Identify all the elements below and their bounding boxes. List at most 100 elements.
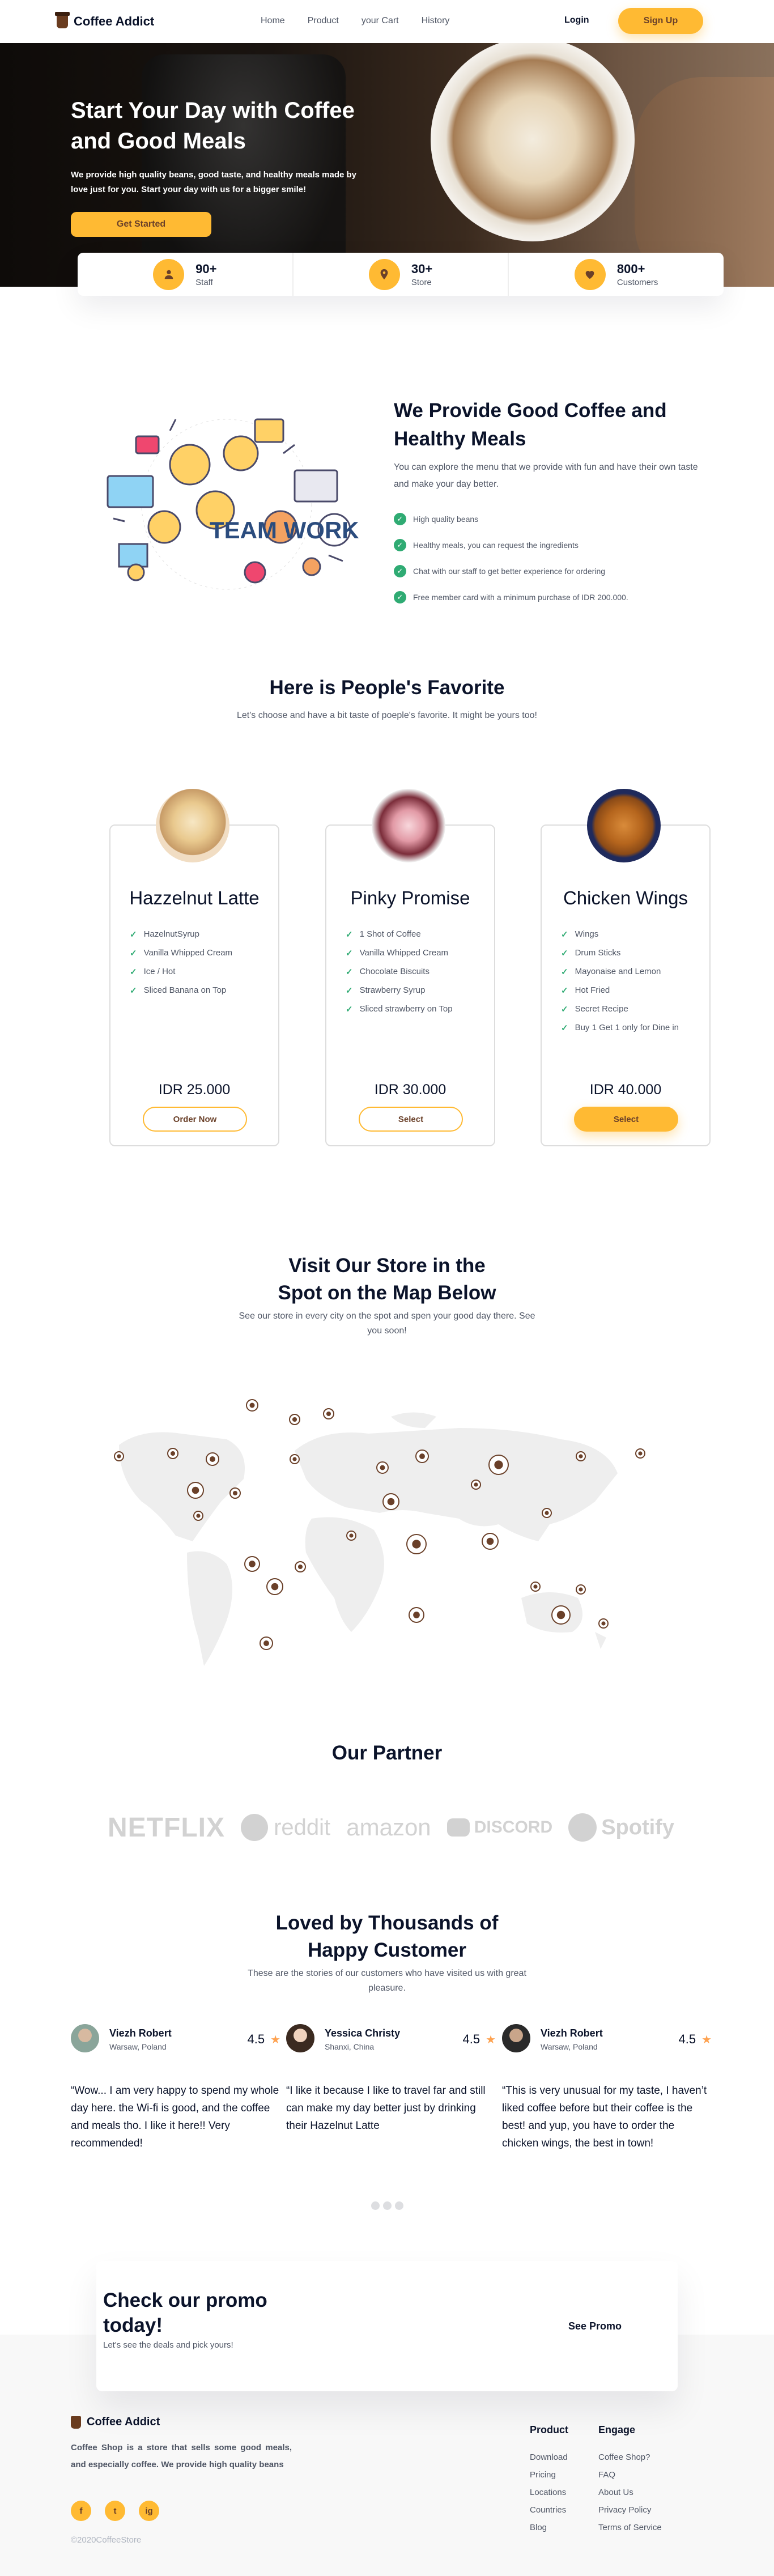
carousel-dot[interactable] <box>383 2201 392 2210</box>
carousel-dot[interactable] <box>395 2201 403 2210</box>
brand-name: Coffee Addict <box>74 14 155 28</box>
list-item: ✓ Ice / Hot <box>130 967 176 977</box>
store-pin-dot <box>249 1402 255 1408</box>
reviewer-name: Viezh Robert <box>109 2027 172 2039</box>
world-map <box>114 1399 645 1666</box>
signup-button[interactable]: Sign Up <box>618 8 703 34</box>
facebook-icon[interactable]: f <box>71 2501 91 2521</box>
nav-link-home[interactable]: Home <box>261 16 285 26</box>
stat-store: 30+ Store <box>294 253 509 296</box>
footer-link-about-us[interactable]: About Us <box>598 2484 662 2501</box>
store-pin-dot <box>387 1498 395 1506</box>
stat-customers: 800+ Customers <box>509 253 724 296</box>
login-link[interactable]: Login <box>564 15 589 25</box>
promo-banner: Check our promo today! Let's see the dea… <box>96 2261 678 2391</box>
list-item: ✓ High quality beans <box>394 506 628 532</box>
check-icon: ✓ <box>561 1023 568 1033</box>
footer-link-download[interactable]: Download <box>530 2449 568 2466</box>
nav-link-product[interactable]: Product <box>308 16 339 26</box>
avatar <box>502 2024 530 2052</box>
product-image <box>587 789 661 862</box>
partner-logo-netflix: NETFLIX <box>108 1812 225 1843</box>
copyright: ©2020CoffeeStore <box>71 2535 142 2545</box>
nav-link-cart[interactable]: your Cart <box>362 16 399 26</box>
store-pin-dot <box>380 1465 385 1470</box>
store-pin-dot <box>638 1451 643 1456</box>
avatar <box>286 2024 314 2052</box>
hero-photo-latte <box>431 43 635 241</box>
store-pin-dot <box>474 1482 478 1487</box>
product-price: IDR 40.000 <box>589 1082 662 1098</box>
check-icon: ✓ <box>561 985 568 996</box>
footer-brand-name: Coffee Addict <box>87 2416 160 2428</box>
check-icon: ✓ <box>561 948 568 958</box>
list-item: ✓ Wings <box>561 929 599 940</box>
footer-link-locations[interactable]: Locations <box>530 2484 568 2501</box>
store-pin-dot <box>419 1453 425 1459</box>
location-pin-icon <box>368 258 400 290</box>
store-pin-dot <box>292 1417 297 1422</box>
footer-logo[interactable]: Coffee Addict <box>71 2416 160 2429</box>
footer-link-terms[interactable]: Terms of Service <box>598 2519 662 2536</box>
list-item: ✓ Buy 1 Get 1 only for Dine in <box>561 1023 679 1033</box>
spotify-icon <box>568 1813 597 1842</box>
store-pin-dot <box>486 1537 494 1545</box>
product-price: IDR 30.000 <box>374 1082 446 1098</box>
product-card-chicken-wings: Chicken Wings ✓ Wings ✓ Drum Sticks ✓ Mayon… <box>541 789 711 1146</box>
footer-link-faq[interactable]: FAQ <box>598 2466 662 2484</box>
see-promo-button[interactable]: See Promo <box>538 2314 652 2339</box>
testimonials-subtitle: These are the stories of our customers w… <box>248 1969 526 1993</box>
check-icon: ✓ <box>130 929 137 940</box>
get-started-button[interactable]: Get Started <box>71 212 211 237</box>
star-icon: ★ <box>270 2033 280 2046</box>
favorites-subtitle: Let's choose and have a bit taste of poe… <box>237 711 537 720</box>
footer-link-coffee-shop[interactable]: Coffee Shop? <box>598 2449 662 2466</box>
favorites-title: Here is People's Favorite <box>269 677 505 699</box>
nav-link-history[interactable]: History <box>422 16 450 26</box>
stats-bar: 90+ Staff 30+ Store 800+ Customers <box>78 253 724 296</box>
check-icon: ✓ <box>346 929 353 940</box>
stat-label: Customers <box>616 277 658 287</box>
stat-staff: 90+ Staff <box>78 253 294 296</box>
list-item: ✓ Healthy meals, you can request the ingr… <box>394 532 628 558</box>
store-pin-dot <box>412 1540 421 1549</box>
reddit-icon <box>241 1814 269 1841</box>
footer-link-pricing[interactable]: Pricing <box>530 2466 568 2484</box>
order-now-button[interactable]: Order Now <box>143 1107 247 1132</box>
footer-column-title: Engage <box>598 2424 636 2435</box>
twitter-icon[interactable]: t <box>105 2501 125 2521</box>
carousel-dot[interactable] <box>371 2201 380 2210</box>
testimonial-card: Viezh Robert Warsaw, Poland 4.5 ★ “This i… <box>502 2023 717 2149</box>
map-title: Visit Our Store in the Spot on the Map B… <box>278 1255 496 1304</box>
select-button[interactable]: Select <box>359 1107 463 1132</box>
stat-label: Store <box>411 277 432 287</box>
check-icon: ✓ <box>561 967 568 977</box>
select-button[interactable]: Select <box>574 1107 678 1132</box>
product-image <box>372 789 445 862</box>
testimonial-card: Viezh Robert Warsaw, Poland 4.5 ★ “Wow...… <box>71 2023 286 2149</box>
store-pin-dot <box>170 1451 176 1456</box>
footer-link-privacy-policy[interactable]: Privacy Policy <box>598 2501 662 2519</box>
product-name: Chicken Wings <box>563 887 688 908</box>
hero-section: Start Your Day with Coffee and Good Meal… <box>0 43 774 287</box>
avatar <box>71 2024 99 2052</box>
map-subtitle: See our store in every city on the spot … <box>239 1311 535 1336</box>
store-pin-dot <box>413 1612 420 1618</box>
list-item: ✓ Hot Fried <box>561 985 610 996</box>
footer-link-countries[interactable]: Countries <box>530 2501 568 2519</box>
store-pin-dot <box>601 1621 606 1626</box>
footer-link-blog[interactable]: Blog <box>530 2519 568 2536</box>
reviewer-name: Viezh Robert <box>541 2027 603 2039</box>
list-item: ✓ Vanilla Whipped Cream <box>130 948 233 958</box>
brand-logo[interactable]: Coffee Addict <box>55 12 155 29</box>
instagram-icon[interactable]: ig <box>139 2501 159 2521</box>
store-pin-dot <box>249 1561 256 1567</box>
promo-subtitle: Let's see the deals and pick yours! <box>103 2340 233 2350</box>
product-price: IDR 25.000 <box>158 1082 231 1098</box>
store-pin-dot <box>579 1587 583 1592</box>
check-icon: ✓ <box>561 1004 568 1014</box>
product-image <box>156 789 229 862</box>
feature-list: ✓ Wings ✓ Drum Sticks ✓ Mayonaise and Lemon… <box>561 925 679 1037</box>
about-title: We Provide Good Coffee and Healthy Meals <box>394 399 667 450</box>
list-item: ✓ Free member card with a minimum purchas… <box>394 584 628 610</box>
